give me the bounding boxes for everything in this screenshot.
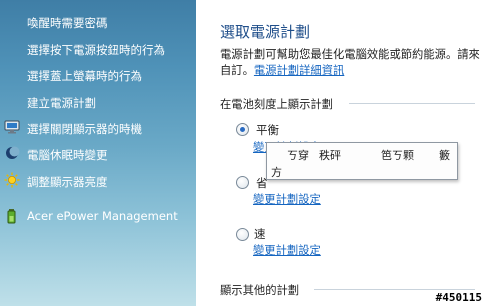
- monitor-icon: [4, 119, 20, 135]
- ime-candidate[interactable]: 笆ㄎ颗: [381, 147, 414, 163]
- task-link-create-plan[interactable]: 建立電源計劃: [27, 95, 96, 111]
- task-link-wake-password[interactable]: 喚醒時需要密碼: [27, 15, 108, 31]
- ime-candidate-popup: ㄎ穿 秩砰 笆ㄎ颗 籔 方: [266, 142, 458, 180]
- section-other-plans-heading: 顯示其他的計劃: [220, 284, 300, 297]
- sun-icon: [4, 172, 20, 188]
- left-task-pane: 喚醒時需要密碼 選擇按下電源按鈕時的行為 選擇蓋上螢幕時的行為 建立電源計劃 選…: [0, 0, 196, 306]
- watermark-id: #450115: [435, 291, 482, 304]
- plan-radio-performance[interactable]: [236, 228, 249, 241]
- task-link-acer-epower[interactable]: Acer ePower Management: [27, 209, 178, 223]
- task-link-lid-close[interactable]: 選擇蓋上螢幕時的行為: [27, 68, 142, 84]
- plan-radio-saver[interactable]: [236, 176, 249, 189]
- plan-radio-balanced[interactable]: [236, 123, 249, 136]
- ime-candidate[interactable]: 秩砰: [319, 147, 341, 163]
- task-link-power-button[interactable]: 選擇按下電源按鈕時的行為: [27, 42, 165, 58]
- task-link-sleep[interactable]: 電腦休眠時變更: [27, 147, 108, 163]
- page-description: 電源計劃可幫助您最佳化電腦效能或節約能源。請來自訂。電源計劃詳細資訊: [220, 47, 484, 79]
- ime-candidate[interactable]: 籔: [439, 147, 450, 163]
- ime-candidate[interactable]: ㄎ穿: [287, 147, 309, 163]
- plan-name-balanced: 平衡: [256, 123, 279, 137]
- change-plan-settings-link-saver[interactable]: 變更計劃設定: [253, 191, 321, 207]
- section-divider: [349, 103, 475, 104]
- section-divider-other: [314, 289, 475, 290]
- task-link-brightness[interactable]: 調整顯示器亮度: [27, 174, 108, 190]
- change-plan-settings-link-performance[interactable]: 變更計劃設定: [253, 242, 321, 258]
- page-title: 選取電源計劃: [220, 23, 311, 41]
- battery-icon: [4, 208, 20, 224]
- moon-icon: [4, 145, 20, 161]
- plan-name-performance: 速: [254, 227, 266, 241]
- section-battery-meter-heading: 在電池刻度上顯示計劃: [220, 98, 333, 111]
- task-link-display-off[interactable]: 選擇關閉顯示器的時機: [27, 121, 142, 137]
- ime-candidate[interactable]: 方: [271, 164, 282, 180]
- plan-details-link[interactable]: 電源計劃詳細資訊: [254, 64, 344, 77]
